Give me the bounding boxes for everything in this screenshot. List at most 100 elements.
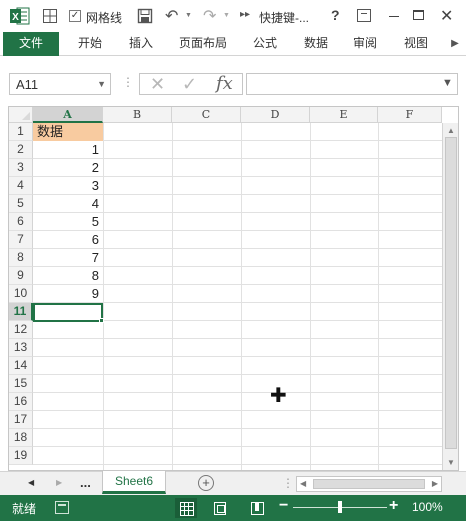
- horizontal-scrollbar[interactable]: ◀ ▶: [296, 476, 442, 492]
- normal-view-icon[interactable]: [175, 498, 197, 518]
- quick-access-more-icon[interactable]: ▸▸: [240, 9, 250, 20]
- cell-a8[interactable]: 7: [33, 249, 103, 267]
- enter-icon[interactable]: ✓: [182, 74, 197, 95]
- row-header-13[interactable]: 13: [9, 339, 33, 357]
- more-sheets-button[interactable]: ...: [80, 475, 91, 490]
- row-header-19[interactable]: 19: [9, 447, 33, 465]
- tab-page-layout[interactable]: 页面布局: [172, 32, 234, 56]
- worksheet-grid[interactable]: A B C D E F 1 2 3 4 5 6 7 8 9 10 11 12 1…: [8, 106, 459, 471]
- scroll-right-icon[interactable]: ▶: [432, 479, 438, 488]
- cell-a3[interactable]: 2: [33, 159, 103, 177]
- cell-a4[interactable]: 3: [33, 177, 103, 195]
- tab-scroll-right-icon[interactable]: ▶: [449, 36, 461, 52]
- active-cell-a11[interactable]: [33, 303, 103, 322]
- zoom-in-button[interactable]: +: [389, 497, 398, 515]
- redo-icon[interactable]: ↷: [203, 6, 216, 26]
- vertical-scrollbar[interactable]: ▲ ▼: [442, 123, 458, 470]
- row-header-18[interactable]: 18: [9, 429, 33, 447]
- column-header-f[interactable]: F: [378, 107, 442, 123]
- gridlines-label: 网格线: [86, 11, 123, 25]
- row-header-8[interactable]: 8: [9, 249, 33, 267]
- column-header-d[interactable]: D: [241, 107, 310, 123]
- expand-formula-bar-icon[interactable]: ▼: [442, 77, 453, 89]
- horizontal-scroll-thumb[interactable]: [313, 479, 425, 489]
- scroll-left-icon[interactable]: ◀: [300, 479, 306, 488]
- cell-a1[interactable]: 数据: [33, 123, 103, 141]
- cell-a7[interactable]: 6: [33, 231, 103, 249]
- close-button[interactable]: ✕: [440, 6, 453, 26]
- save-icon[interactable]: [137, 8, 153, 24]
- next-sheet-icon[interactable]: ▶: [56, 478, 62, 487]
- maximize-button[interactable]: [413, 10, 424, 20]
- vertical-scroll-thumb[interactable]: [445, 137, 457, 449]
- column-header-c[interactable]: C: [172, 107, 241, 123]
- scroll-down-icon[interactable]: ▼: [447, 458, 455, 467]
- row-header-17[interactable]: 17: [9, 411, 33, 429]
- row-header-12[interactable]: 12: [9, 321, 33, 339]
- add-sheet-icon[interactable]: +: [198, 475, 214, 491]
- macro-recording-icon[interactable]: [55, 501, 69, 514]
- zoom-level[interactable]: 100%: [412, 500, 443, 514]
- grid-icon[interactable]: [42, 8, 58, 24]
- row-header-15[interactable]: 15: [9, 375, 33, 393]
- row-header-3[interactable]: 3: [9, 159, 33, 177]
- undo-dropdown-icon[interactable]: ▼: [185, 12, 192, 19]
- row-header-7[interactable]: 7: [9, 231, 33, 249]
- formula-bar-area: A11 ▼ ⋮ ✕ ✓ fx ▼: [0, 57, 466, 106]
- tab-insert[interactable]: 插入: [119, 32, 163, 56]
- sheet-tab-active[interactable]: Sheet6: [102, 471, 166, 494]
- name-box-value: A11: [16, 77, 39, 92]
- cell-a5[interactable]: 4: [33, 195, 103, 213]
- row-header-10[interactable]: 10: [9, 285, 33, 303]
- tab-data[interactable]: 数据: [294, 32, 338, 56]
- name-box[interactable]: A11 ▼: [9, 73, 111, 95]
- column-header-e[interactable]: E: [310, 107, 378, 123]
- undo-icon[interactable]: ↶: [165, 6, 181, 25]
- row-header-14[interactable]: 14: [9, 357, 33, 375]
- window-title: 快捷键-...: [259, 11, 309, 25]
- status-bar: 就绪 − + 100%: [0, 495, 466, 521]
- tab-file[interactable]: 文件: [3, 32, 59, 56]
- title-bar: X ✓ 网格线 ↶ ▼ ↷ ▼ ▸▸ 快捷键-... ? ✕: [0, 0, 466, 32]
- row-header-6[interactable]: 6: [9, 213, 33, 231]
- scroll-up-icon[interactable]: ▲: [447, 126, 455, 135]
- previous-sheet-icon[interactable]: ◀: [28, 478, 34, 487]
- cell-a9[interactable]: 8: [33, 267, 103, 285]
- row-header-2[interactable]: 2: [9, 141, 33, 159]
- row-header-5[interactable]: 5: [9, 195, 33, 213]
- formula-bar-splitter-icon[interactable]: ⋮: [122, 75, 134, 89]
- gridlines-checkbox[interactable]: ✓: [69, 10, 81, 22]
- tab-review[interactable]: 审阅: [343, 32, 387, 56]
- insert-function-icon[interactable]: fx: [216, 73, 233, 94]
- select-all-button[interactable]: [9, 107, 33, 123]
- tab-home[interactable]: 开始: [68, 32, 112, 56]
- redo-dropdown-icon[interactable]: ▼: [223, 12, 230, 19]
- row-header-11[interactable]: 11: [9, 303, 33, 321]
- ribbon-display-options-icon[interactable]: [357, 9, 371, 22]
- chevron-down-icon[interactable]: ▼: [97, 79, 106, 89]
- page-break-view-icon[interactable]: [251, 502, 264, 515]
- fill-handle[interactable]: [99, 318, 104, 323]
- cell-a6[interactable]: 5: [33, 213, 103, 231]
- page-layout-view-icon[interactable]: [214, 502, 226, 515]
- minimize-button[interactable]: [389, 16, 399, 17]
- tab-splitter-icon[interactable]: ⋮: [282, 476, 294, 490]
- row-header-4[interactable]: 4: [9, 177, 33, 195]
- tab-formulas[interactable]: 公式: [243, 32, 287, 56]
- cancel-icon[interactable]: ✕: [150, 74, 165, 95]
- row-header-9[interactable]: 9: [9, 267, 33, 285]
- tab-view[interactable]: 视图: [394, 32, 438, 56]
- help-button[interactable]: ?: [331, 7, 340, 23]
- formula-buttons: ✕ ✓ fx: [139, 73, 243, 95]
- row-header-16[interactable]: 16: [9, 393, 33, 411]
- formula-input[interactable]: [246, 73, 458, 95]
- column-header-b[interactable]: B: [103, 107, 172, 123]
- svg-text:X: X: [12, 12, 19, 23]
- excel-logo-icon[interactable]: X: [10, 7, 30, 25]
- zoom-out-button[interactable]: −: [279, 497, 288, 515]
- cell-a10[interactable]: 9: [33, 285, 103, 303]
- cell-a2[interactable]: 1: [33, 141, 103, 159]
- column-header-a[interactable]: A: [33, 107, 103, 123]
- row-header-1[interactable]: 1: [9, 123, 33, 141]
- zoom-slider-thumb[interactable]: [338, 501, 342, 513]
